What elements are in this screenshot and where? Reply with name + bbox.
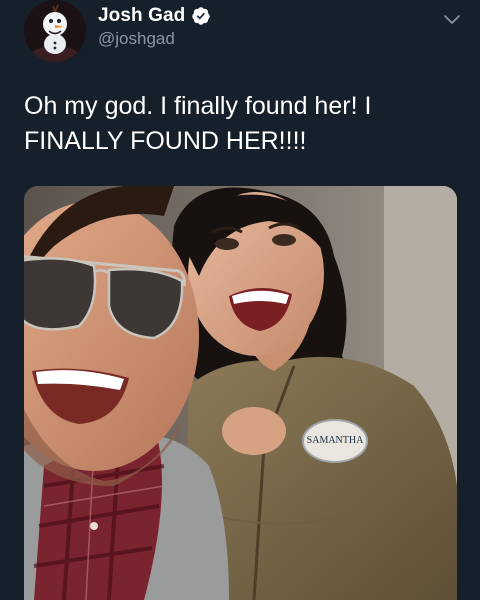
author-avatar[interactable] bbox=[24, 0, 86, 62]
verified-badge-icon bbox=[192, 7, 211, 25]
olaf-avatar-icon bbox=[24, 0, 86, 62]
photo-illustration: SAMANTHA bbox=[24, 186, 457, 600]
chevron-down-icon[interactable] bbox=[442, 9, 462, 29]
author-name[interactable]: Josh Gad bbox=[98, 5, 185, 27]
author-handle[interactable]: @joshgad bbox=[98, 29, 175, 49]
name-tag-text: SAMANTHA bbox=[307, 435, 364, 446]
tweet-card: Josh Gad @joshgad Oh my god. I finally f… bbox=[0, 0, 480, 600]
tweet-text: Oh my god. I finally found her! I FINALL… bbox=[24, 92, 372, 155]
tweet-photo[interactable]: SAMANTHA bbox=[24, 186, 457, 600]
author-name-row[interactable]: Josh Gad bbox=[98, 5, 211, 27]
